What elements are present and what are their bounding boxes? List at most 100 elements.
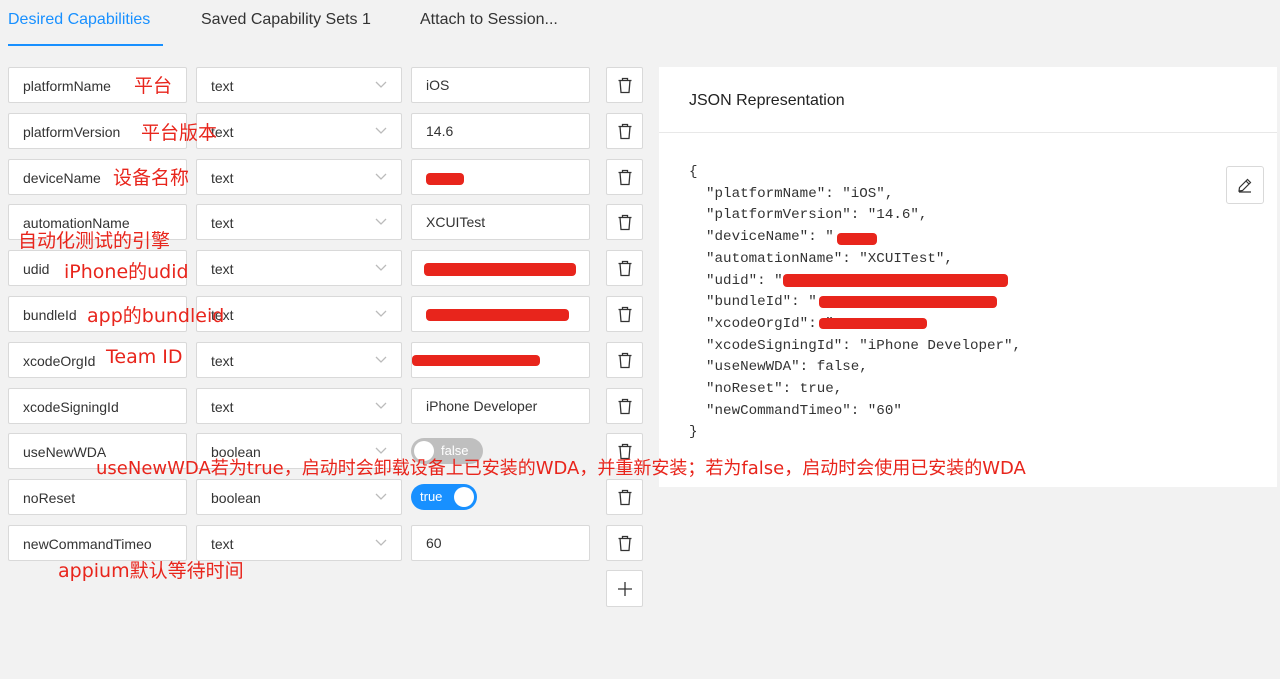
capability-value-input[interactable] xyxy=(411,342,590,378)
capability-type-select[interactable]: text xyxy=(196,67,402,103)
capability-type-value: text xyxy=(211,78,234,94)
json-line: "deviceName": " xyxy=(689,229,834,246)
capability-value-input[interactable]: iOS xyxy=(411,67,590,103)
capability-value-text: XCUITest xyxy=(426,214,486,230)
annotation-platform-version: 平台版本 xyxy=(141,122,218,144)
annotation-bundle-id: app的bundleid xyxy=(87,305,225,327)
capability-type-select[interactable]: text xyxy=(196,388,402,424)
trash-icon xyxy=(618,77,631,93)
capability-row: xcodeSigningId text iPhone Developer xyxy=(0,388,650,426)
json-panel-title: JSON Representation xyxy=(689,92,845,109)
capability-type-select[interactable]: text xyxy=(196,250,402,286)
trash-icon xyxy=(618,123,631,139)
delete-capability-button[interactable] xyxy=(606,250,643,286)
capability-type-select[interactable]: text xyxy=(196,342,402,378)
chevron-down-icon xyxy=(375,127,387,134)
delete-capability-button[interactable] xyxy=(606,204,643,240)
tab-saved-capability-sets[interactable]: Saved Capability Sets 1 xyxy=(201,11,371,29)
capability-name-value: platformName xyxy=(23,78,111,94)
redaction-mark xyxy=(426,173,464,185)
annotation-udid: iPhone的udid xyxy=(64,261,189,283)
chevron-down-icon xyxy=(375,356,387,363)
trash-icon xyxy=(618,489,631,505)
capability-name-value: udid xyxy=(23,261,50,277)
annotation-xcode-org-id: Team ID xyxy=(106,346,183,368)
chevron-down-icon xyxy=(375,539,387,546)
chevron-down-icon xyxy=(375,493,387,500)
capability-type-select[interactable]: text xyxy=(196,204,402,240)
json-line: "newCommandTimeo": "60" xyxy=(689,402,902,419)
capability-name-value: xcodeOrgId xyxy=(23,353,96,369)
delete-capability-button[interactable] xyxy=(606,479,643,515)
annotation-use-new-wda: useNewWDA若为true，启动时会卸载设备上已安装的WDA，并重新安装；若… xyxy=(96,458,1026,479)
tab-desired-capabilities[interactable]: Desired Capabilities xyxy=(8,11,150,29)
json-line: "automationName": "XCUITest", xyxy=(689,250,953,267)
active-tab-indicator xyxy=(8,44,163,46)
delete-capability-button[interactable] xyxy=(606,525,643,561)
capability-name-value: noReset xyxy=(23,490,76,506)
json-line: "platformVersion": "14.6", xyxy=(689,207,928,224)
add-capability-button[interactable] xyxy=(606,570,643,607)
boolean-toggle-switch[interactable]: true xyxy=(411,484,477,510)
capability-value-input[interactable]: 14.6 xyxy=(411,113,590,149)
capability-type-value: text xyxy=(211,353,234,369)
capability-value-input[interactable] xyxy=(411,250,590,286)
toggle-label: true xyxy=(420,489,443,504)
redaction-mark xyxy=(819,318,927,329)
capability-value-text: iOS xyxy=(426,77,450,93)
plus-icon xyxy=(617,581,632,596)
capability-type-select[interactable]: text xyxy=(196,296,402,332)
edit-json-button[interactable] xyxy=(1226,166,1264,204)
trash-icon xyxy=(618,352,631,368)
redaction-mark xyxy=(783,274,1008,287)
capability-type-select[interactable]: text xyxy=(196,159,402,195)
tab-attach-to-session[interactable]: Attach to Session... xyxy=(420,11,558,29)
capability-value-input[interactable]: 60 xyxy=(411,525,590,561)
delete-capability-button[interactable] xyxy=(606,296,643,332)
capability-type-value: text xyxy=(211,536,234,552)
annotation-device-name: 设备名称 xyxy=(113,167,190,189)
capability-name-input[interactable]: noReset xyxy=(8,479,187,515)
chevron-down-icon xyxy=(375,402,387,409)
capability-type-select[interactable]: boolean xyxy=(196,479,402,515)
capability-name-value: xcodeSigningId xyxy=(23,399,119,415)
capability-value-text: 60 xyxy=(426,535,442,551)
capability-value-input[interactable] xyxy=(411,296,590,332)
delete-capability-button[interactable] xyxy=(606,388,643,424)
capability-type-value: text xyxy=(211,170,234,186)
trash-icon xyxy=(618,398,631,414)
chevron-down-icon xyxy=(375,173,387,180)
delete-capability-button[interactable] xyxy=(606,159,643,195)
capability-row: xcodeOrgId text xyxy=(0,342,650,380)
redaction-mark xyxy=(837,233,877,245)
capability-value-input[interactable]: XCUITest xyxy=(411,204,590,240)
chevron-down-icon xyxy=(375,264,387,271)
capability-value-input[interactable] xyxy=(411,159,590,195)
chevron-down-icon xyxy=(375,81,387,88)
annotation-platform-name: 平台 xyxy=(134,75,173,97)
trash-icon xyxy=(618,214,631,230)
pencil-icon xyxy=(1238,178,1252,193)
capability-name-value: deviceName xyxy=(23,170,101,186)
capability-value-text: iPhone Developer xyxy=(426,398,538,414)
capability-row: deviceName text xyxy=(0,159,650,197)
capability-name-value: newCommandTimeo xyxy=(23,536,152,552)
delete-capability-button[interactable] xyxy=(606,113,643,149)
json-line: "bundleId": " xyxy=(689,294,817,311)
capability-value-input[interactable]: iPhone Developer xyxy=(411,388,590,424)
capability-row: platformName text iOS xyxy=(0,67,650,105)
delete-capability-button[interactable] xyxy=(606,342,643,378)
capability-type-value: text xyxy=(211,399,234,415)
json-line: "xcodeOrgId": " xyxy=(689,315,834,332)
chevron-down-icon xyxy=(375,310,387,317)
trash-icon xyxy=(618,306,631,322)
json-line: } xyxy=(689,424,698,441)
json-line: "platformName": "iOS", xyxy=(689,185,894,202)
json-panel-header: JSON Representation xyxy=(659,67,1277,133)
json-line: "xcodeSigningId": "iPhone Developer", xyxy=(689,337,1022,354)
capability-name-input[interactable]: xcodeSigningId xyxy=(8,388,187,424)
redaction-mark xyxy=(426,309,569,321)
delete-capability-button[interactable] xyxy=(606,67,643,103)
capability-type-select[interactable]: text xyxy=(196,113,402,149)
trash-icon xyxy=(618,535,631,551)
